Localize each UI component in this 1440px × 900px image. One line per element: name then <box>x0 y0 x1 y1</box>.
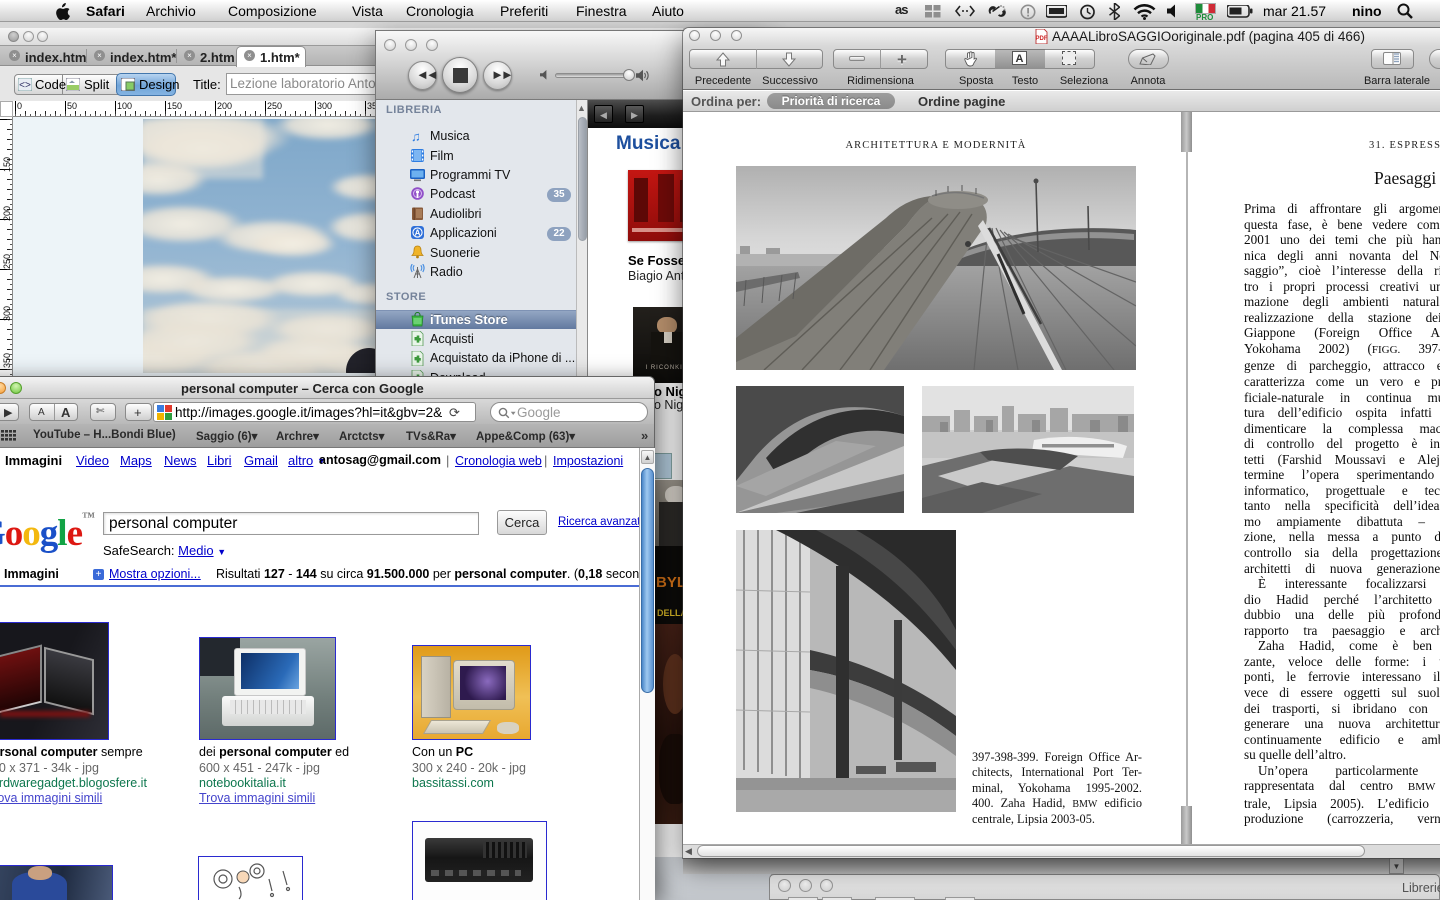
svg-text:<>: <> <box>19 80 31 91</box>
svg-text:A: A <box>415 228 421 237</box>
svg-text:PDF: PDF <box>1036 36 1048 42</box>
